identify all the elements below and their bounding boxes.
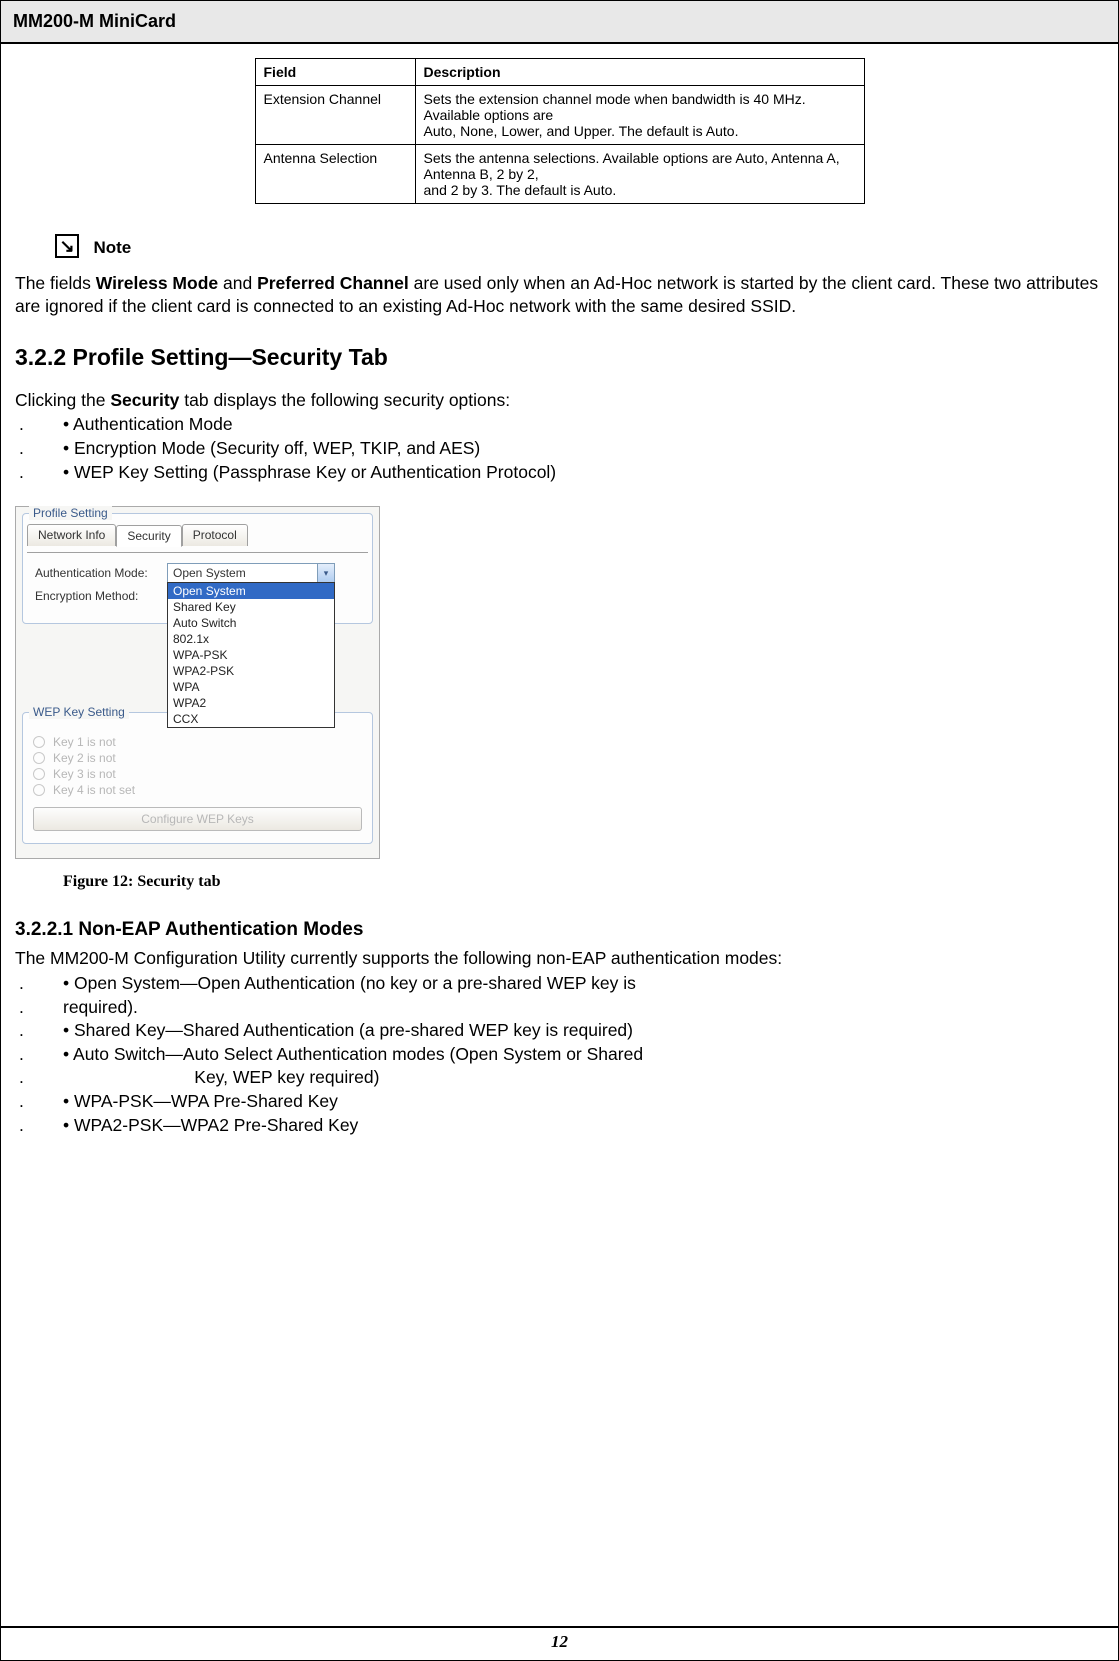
td-ext-channel-desc: Sets the extension channel mode when ban… [415,86,864,145]
noneap-4: Key, WEP key required) [63,1066,1104,1090]
wep-key1-row: Key 1 is not [33,735,362,749]
wep-key1-label: Key 1 is not [53,735,116,749]
tab-protocol[interactable]: Protocol [182,524,248,546]
noneap-6: • WPA2-PSK—WPA2 Pre-Shared Key [63,1114,1104,1138]
opt-auto-switch[interactable]: Auto Switch [168,615,334,631]
opt-shared-key[interactable]: Shared Key [168,599,334,615]
opt-open-system[interactable]: Open System [168,583,334,599]
opt-8021x[interactable]: 802.1x [168,631,334,647]
opt-wpa[interactable]: WPA [168,679,334,695]
label-enc-method: Encryption Method: [35,589,167,603]
noneap-2: • Shared Key—Shared Authentication (a pr… [63,1019,1104,1043]
combo-auth-mode[interactable]: Open System ▾ Open System Shared Key Aut… [167,563,335,583]
security-bullets: .• Authentication Mode .• Encryption Mod… [15,413,1104,484]
wep-key4-row: Key 4 is not set [33,783,362,797]
noneap-intro: The MM200-M Configuration Utility curren… [15,947,1104,970]
subsection-heading: 3.2.2.1 Non-EAP Authentication Modes [15,919,1104,941]
tab-security[interactable]: Security [116,525,181,547]
noneap-1: required). [63,996,1104,1020]
sec-bullet-2: • WEP Key Setting (Passphrase Key or Aut… [63,461,1104,485]
note-text2: and [218,273,257,293]
note-bold1: Wireless Mode [96,273,218,293]
label-auth-mode: Authentication Mode: [35,566,167,580]
opt-wpa2-psk[interactable]: WPA2-PSK [168,663,334,679]
wep-groupbox-legend: WEP Key Setting [29,705,129,719]
td-antenna-desc: Sets the antenna selections. Available o… [415,145,864,204]
configure-wep-button[interactable]: Configure WEP Keys [33,807,362,831]
note-paragraph: The fields Wireless Mode and Preferred C… [15,272,1104,318]
groupbox-legend: Profile Setting [29,506,112,520]
combo-value: Open System [173,566,246,580]
noneap-5: • WPA-PSK—WPA Pre-Shared Key [63,1090,1104,1114]
sec-bullet-1: • Encryption Mode (Security off, WEP, TK… [63,437,1104,461]
clicking-paragraph: Clicking the Security tab displays the f… [15,389,1104,412]
section-heading: 3.2.2 Profile Setting—Security Tab [15,344,1104,371]
clicking-bold: Security [110,390,179,410]
note-label: Note [93,238,131,257]
td-ext-channel: Extension Channel [255,86,415,145]
clicking-before: Clicking the [15,390,110,410]
radio-icon [33,736,45,748]
noneap-3: • Auto Switch—Auto Select Authentication… [63,1043,1104,1067]
td-antenna: Antenna Selection [255,145,415,204]
wep-key4-label: Key 4 is not set [53,783,135,797]
th-field: Field [255,59,415,86]
tab-network-info[interactable]: Network Info [27,524,116,546]
page-number: 12 [1,1626,1118,1660]
note-text: The fields [15,273,96,293]
clicking-after: tab displays the following security opti… [179,390,510,410]
wep-key3-label: Key 3 is not [53,767,116,781]
wep-key3-row: Key 3 is not [33,767,362,781]
wep-key2-row: Key 2 is not [33,751,362,765]
chevron-down-icon[interactable]: ▾ [317,564,334,582]
th-description: Description [415,59,864,86]
auth-mode-dropdown[interactable]: Open System Shared Key Auto Switch 802.1… [167,582,335,728]
noneap-bullets: .• Open System—Open Authentication (no k… [15,972,1104,1137]
radio-icon [33,768,45,780]
note-icon: ↘ [55,234,79,258]
sec-bullet-0: • Authentication Mode [63,413,1104,437]
opt-ccx[interactable]: CCX [168,711,334,727]
opt-wpa-psk[interactable]: WPA-PSK [168,647,334,663]
note-bold2: Preferred Channel [257,273,409,293]
doc-header: MM200-M MiniCard [1,1,1118,44]
fields-table: Field Description Extension Channel Sets… [255,58,865,204]
radio-icon [33,784,45,796]
figure-caption: Figure 12: Security tab [63,873,1104,891]
radio-icon [33,752,45,764]
noneap-0: • Open System—Open Authentication (no ke… [63,972,1104,996]
profile-setting-screenshot: Profile Setting Network Info Security Pr… [15,506,380,859]
opt-wpa2[interactable]: WPA2 [168,695,334,711]
wep-key2-label: Key 2 is not [53,751,116,765]
